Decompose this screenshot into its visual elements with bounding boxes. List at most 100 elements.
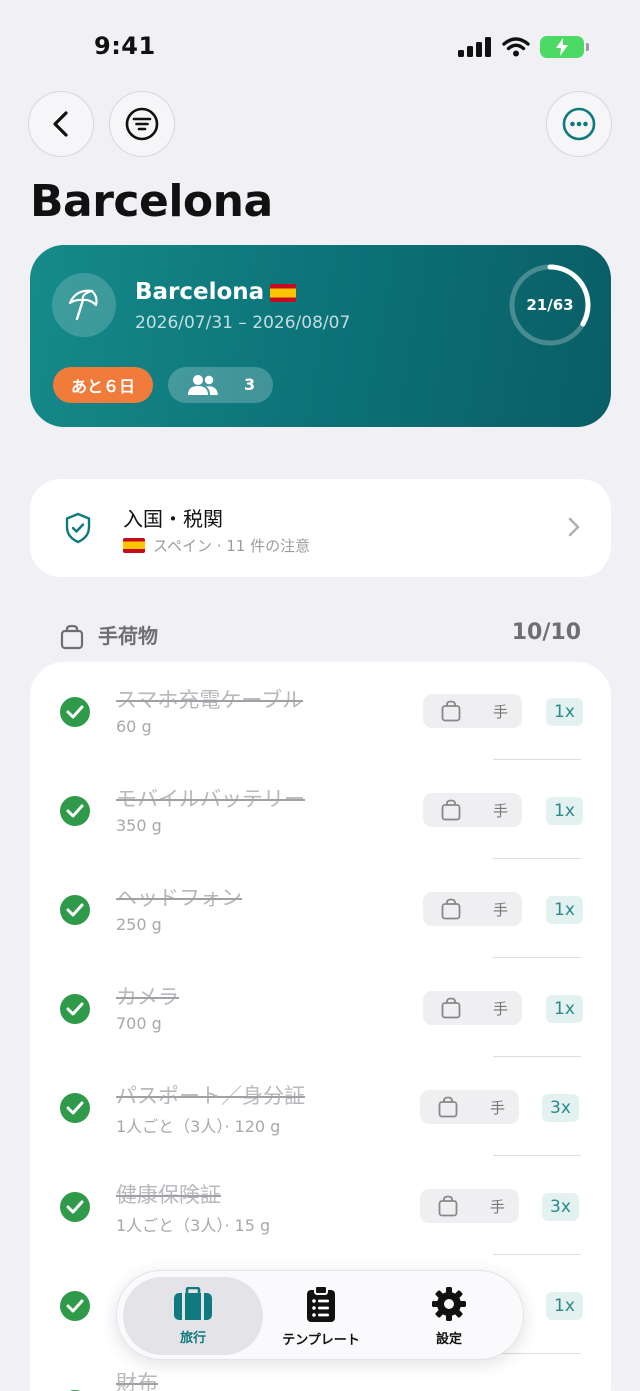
chevron-right-icon xyxy=(568,517,580,537)
divider xyxy=(493,957,581,958)
quantity-chip[interactable]: 1x xyxy=(546,995,583,1023)
bag-icon xyxy=(441,898,461,920)
item-name: 財布 xyxy=(116,1371,158,1391)
wifi-icon xyxy=(502,37,530,57)
divider xyxy=(493,1155,581,1156)
checkmark-icon[interactable] xyxy=(60,994,90,1024)
item-name: ヘッドフォン xyxy=(116,886,242,910)
more-button[interactable] xyxy=(546,91,612,157)
spain-flag-icon xyxy=(123,538,145,553)
list-item[interactable]: カメラ 700 g 手 1x xyxy=(30,959,611,1057)
shield-check-icon xyxy=(65,512,91,544)
list-item[interactable]: 財布 xyxy=(30,1355,611,1391)
bag-icon xyxy=(441,700,461,722)
status-icons xyxy=(458,36,589,58)
tab-trips[interactable]: 旅行 xyxy=(123,1277,263,1355)
tab-label: 旅行 xyxy=(179,1330,206,1346)
back-button[interactable] xyxy=(28,91,94,157)
bag-label: 手 xyxy=(493,1000,509,1018)
battery-icon xyxy=(540,36,589,58)
tab-bar: 旅行 テンプレート 設定 xyxy=(116,1270,524,1360)
clipboard-list-icon xyxy=(307,1284,335,1322)
customs-subtitle: スペイン · 11 件の注意 xyxy=(123,535,310,556)
tab-label: 設定 xyxy=(435,1331,462,1347)
tab-templates[interactable]: テンプレート xyxy=(263,1277,379,1355)
checkmark-icon[interactable] xyxy=(60,1291,90,1321)
item-name: スマホ充電ケーブル xyxy=(116,688,304,712)
days-left-badge: あと６日 xyxy=(53,367,154,403)
trip-icon-circle xyxy=(52,273,116,337)
checkmark-icon[interactable] xyxy=(60,1192,90,1222)
divider xyxy=(493,759,581,760)
people-badge[interactable]: 3 xyxy=(168,367,273,403)
bag-chip[interactable]: 手 xyxy=(423,793,522,827)
bag-label: 手 xyxy=(490,1198,506,1216)
tab-settings[interactable]: 設定 xyxy=(389,1277,509,1355)
bag-icon xyxy=(441,997,461,1019)
quantity-chip[interactable]: 3x xyxy=(542,1094,579,1122)
chevron-left-icon xyxy=(53,111,68,137)
beach-umbrella-icon xyxy=(68,289,98,321)
item-name: カメラ xyxy=(116,985,179,1009)
bag-label: 手 xyxy=(493,703,509,721)
bag-label: 手 xyxy=(493,802,509,820)
list-item[interactable]: ヘッドフォン 250 g 手 1x xyxy=(30,860,611,958)
progress-text: 21/63 xyxy=(526,296,574,314)
item-name: 健康保険証 xyxy=(116,1183,221,1207)
more-icon xyxy=(562,107,596,141)
section-header: 手荷物 10/10 xyxy=(30,616,581,652)
bag-icon xyxy=(438,1096,458,1118)
checkmark-icon[interactable] xyxy=(60,1093,90,1123)
item-meta: 250 g xyxy=(116,915,162,934)
list-item[interactable]: スマホ充電ケーブル 60 g 手 1x xyxy=(30,662,611,760)
item-meta: 700 g xyxy=(116,1014,162,1033)
spain-flag-icon xyxy=(270,283,297,302)
tab-label: テンプレート xyxy=(282,1332,360,1348)
section-count: 10/10 xyxy=(511,620,581,645)
gear-icon xyxy=(432,1286,466,1321)
status-time: 9:41 xyxy=(94,32,156,60)
divider xyxy=(493,858,581,859)
people-count: 3 xyxy=(244,375,256,394)
trip-dates: 2026/07/31 – 2026/08/07 xyxy=(135,313,351,333)
bag-chip[interactable]: 手 xyxy=(420,1189,519,1223)
bag-chip[interactable]: 手 xyxy=(423,694,522,728)
customs-card[interactable]: 入国・税関 スペイン · 11 件の注意 xyxy=(30,479,611,577)
section-title: 手荷物 xyxy=(98,624,158,648)
bag-icon xyxy=(60,624,84,650)
bag-icon xyxy=(441,799,461,821)
page-title: Barcelona xyxy=(30,176,273,227)
bag-label: 手 xyxy=(490,1099,506,1117)
bag-icon xyxy=(438,1195,458,1217)
quantity-chip[interactable]: 1x xyxy=(546,1292,583,1320)
item-name: モバイルバッテリー xyxy=(116,787,305,811)
item-meta: 1人ごと（3人）· 120 g xyxy=(116,1117,281,1136)
signal-icon xyxy=(458,37,491,57)
divider xyxy=(493,1056,581,1057)
checkmark-icon[interactable] xyxy=(60,697,90,727)
item-meta: 60 g xyxy=(116,717,152,736)
quantity-chip[interactable]: 3x xyxy=(542,1193,579,1221)
checkmark-icon[interactable] xyxy=(60,796,90,826)
list-item[interactable]: モバイルバッテリー 350 g 手 1x xyxy=(30,761,611,859)
item-name: パスポート／身分証 xyxy=(116,1084,305,1108)
trip-card[interactable]: Barcelona 2026/07/31 – 2026/08/07 21/63 … xyxy=(30,245,611,427)
people-icon xyxy=(188,375,218,395)
divider xyxy=(493,1254,581,1255)
list-item[interactable]: 健康保険証 1人ごと（3人）· 15 g 手 3x xyxy=(30,1157,611,1255)
item-meta: 1人ごと（3人）· 15 g xyxy=(116,1216,271,1235)
filter-button[interactable] xyxy=(109,91,175,157)
status-bar: 9:41 xyxy=(0,0,640,90)
quantity-chip[interactable]: 1x xyxy=(546,896,583,924)
quantity-chip[interactable]: 1x xyxy=(546,797,583,825)
bag-chip[interactable]: 手 xyxy=(423,991,522,1025)
trip-name: Barcelona xyxy=(135,279,297,305)
filter-icon xyxy=(125,107,159,141)
bag-chip[interactable]: 手 xyxy=(420,1090,519,1124)
list-item[interactable]: パスポート／身分証 1人ごと（3人）· 120 g 手 3x xyxy=(30,1058,611,1156)
quantity-chip[interactable]: 1x xyxy=(546,698,583,726)
checkmark-icon[interactable] xyxy=(60,895,90,925)
bag-chip[interactable]: 手 xyxy=(423,892,522,926)
suitcase-icon xyxy=(174,1286,212,1320)
customs-subtitle-text: スペイン · 11 件の注意 xyxy=(153,537,311,555)
